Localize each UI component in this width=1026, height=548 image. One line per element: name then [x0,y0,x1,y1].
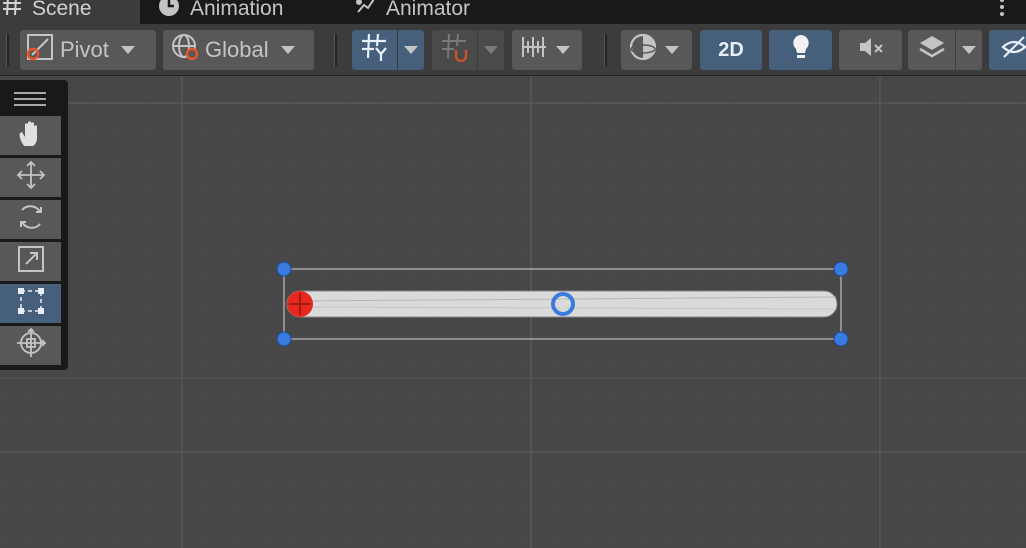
rotate-tool-button[interactable] [0,200,61,239]
grid-snap-icon [440,32,470,68]
grid-snap-button[interactable] [432,30,477,70]
hand-tool-button[interactable] [0,116,61,155]
speaker-muted-icon [857,35,885,65]
grid-visibility-button[interactable] [352,30,397,70]
chevron-down-icon [665,46,679,54]
scene-toolbar: Pivot Global 2D [0,24,1026,76]
scene-visibility-button[interactable] [989,30,1026,70]
scene-viewport[interactable] [0,77,1026,548]
transform-tool-button[interactable] [0,326,61,365]
unity-scene-window: Scene Animation Animator Pivot Global 2D [0,0,1026,548]
globe-icon [171,33,199,67]
tab-bar: Scene Animation Animator [0,0,1026,24]
audio-mute-button[interactable] [839,30,902,70]
animator-icon [356,0,376,22]
eye-hidden-icon [1001,34,1026,66]
toolbar-separator [604,34,607,66]
global-label: Global [205,37,269,62]
move-tool-button[interactable] [0,158,61,197]
clock-icon [158,0,180,23]
hand-icon [16,118,46,153]
hash-icon [2,0,22,22]
pivot-dropdown[interactable]: Pivot [20,30,156,70]
toolbar-separator [6,34,9,66]
grid-snap-dropdown[interactable] [478,30,504,70]
ruler-icon [520,34,548,66]
tab-label: Animator [386,0,471,20]
rect-transform-icon [16,286,46,321]
pivot-label: Pivot [60,37,109,62]
scale-icon [16,244,46,279]
toolbar-separator [334,34,337,66]
more-options-icon[interactable] [998,0,1006,18]
grid-visibility-dropdown[interactable] [398,30,424,70]
transform-icon [15,327,47,364]
layers-icon [917,33,947,67]
scene-lighting-button[interactable] [769,30,832,70]
tools-overlay [0,80,68,370]
draw-mode-dropdown[interactable] [621,30,692,70]
effects-button[interactable] [908,30,955,70]
lightbulb-icon [790,33,812,67]
scale-tool-button[interactable] [0,242,61,281]
chevron-down-icon [280,46,295,54]
increment-snap-dropdown[interactable] [512,30,582,70]
effects-dropdown[interactable] [956,30,982,70]
chevron-down-icon [962,46,976,54]
grid-y-icon [360,32,390,68]
tab-label: Scene [32,0,92,20]
rect-tool-button[interactable] [0,284,61,323]
chevron-down-icon [404,46,418,54]
tab-animator[interactable]: Animator [356,0,470,24]
sphere-shading-icon [629,33,657,67]
global-dropdown[interactable]: Global [163,30,314,70]
move-arrows-icon [15,159,47,196]
chevron-down-icon [484,46,498,54]
tab-animation[interactable]: Animation [158,0,283,24]
chevron-down-icon [556,46,570,54]
tab-label: Animation [190,0,284,20]
toggle-2d-button[interactable]: 2D [700,30,762,70]
pivot-icon [26,33,54,67]
slider-object[interactable] [0,77,1026,548]
chevron-down-icon [120,46,135,54]
rotate-icon [16,202,46,237]
tab-scene[interactable]: Scene [0,0,140,24]
drag-handle-icon[interactable] [14,92,46,110]
